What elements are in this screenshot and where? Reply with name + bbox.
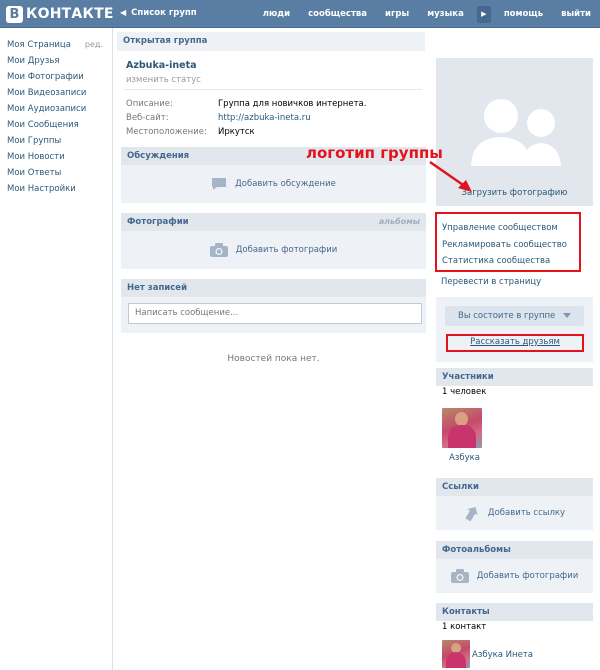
group-name: Azbuka-ineta (126, 60, 197, 71)
add-discussion-button[interactable]: Добавить обсуждение (121, 165, 426, 203)
nav-games[interactable]: игры (376, 9, 418, 19)
top-bar: В КОНТАКТЕ ◀ Список групп люди сообщества… (0, 0, 600, 28)
wall-message-input[interactable]: Написать сообщение... (128, 303, 422, 324)
menu-my-audio[interactable]: Мои Аудиозаписи (7, 101, 107, 117)
add-photos-label: Добавить фотографии (235, 245, 338, 255)
contact-name[interactable]: Азбука Инета (472, 650, 533, 660)
menu-my-news[interactable]: Мои Новости (7, 149, 107, 165)
menu-my-videos[interactable]: Мои Видеозаписи (7, 85, 107, 101)
links-header[interactable]: Ссылки (436, 478, 593, 496)
add-album-photos-label: Добавить фотографии (476, 571, 579, 581)
info-divider (124, 89, 422, 90)
nav-communities[interactable]: сообщества (299, 9, 376, 19)
info-value: Группа для новичков интернета. (218, 99, 367, 109)
tell-friends-link[interactable]: Рассказать друзьям (446, 337, 584, 347)
section-title: Контакты (442, 607, 490, 617)
info-website: Веб-сайт: http://azbuka-ineta.ru (126, 113, 311, 123)
group-type-header: Открытая группа (117, 32, 425, 51)
back-arrow-icon: ◀ (120, 8, 127, 17)
menu-label: Моя Страница (7, 40, 71, 50)
top-nav: люди сообщества игры музыка ▶ помощь вый… (254, 0, 600, 28)
menu-my-photos[interactable]: Мои Фотографии (7, 69, 107, 85)
nav-music[interactable]: музыка (418, 9, 473, 19)
section-title: Ссылки (442, 482, 479, 492)
members-count[interactable]: 1 человек (442, 387, 486, 397)
membership-dropdown-button[interactable]: Вы состоите в группе (445, 306, 584, 326)
info-location: Местоположение: Иркутск (126, 127, 255, 137)
edit-link[interactable]: ред. (85, 37, 103, 53)
menu-my-settings[interactable]: Мои Настройки (7, 181, 107, 197)
photos-header[interactable]: Фотографии альбомы (121, 213, 426, 231)
vk-logo[interactable]: В КОНТАКТЕ (6, 4, 114, 24)
menu-my-friends[interactable]: Мои Друзья (7, 53, 107, 69)
albums-link[interactable]: альбомы (379, 213, 420, 231)
no-news-text: Новостей пока нет. (227, 354, 320, 364)
menu-my-answers[interactable]: Мои Ответы (7, 165, 107, 181)
section-title: Нет записей (127, 283, 188, 293)
add-discussion-label: Добавить обсуждение (235, 179, 336, 189)
info-label: Описание: (126, 99, 173, 109)
wall-post-area: Написать сообщение... (121, 297, 426, 333)
menu-my-page[interactable]: Моя Страница ред. (7, 37, 107, 53)
dropdown-arrow-icon (563, 313, 571, 318)
membership-label: Вы состоите в группе (457, 311, 556, 321)
avatar-head (455, 412, 468, 426)
avatar-body (446, 652, 466, 668)
members-header[interactable]: Участники (436, 368, 593, 386)
member-name[interactable]: Азбука (449, 453, 480, 463)
section-title: Фотографии (127, 217, 189, 227)
link-arrow-icon (465, 506, 478, 521)
section-title: Обсуждения (127, 151, 190, 161)
section-title: Участники (442, 372, 494, 382)
transfer-to-page-link[interactable]: Перевести в страницу (441, 277, 541, 287)
website-link[interactable]: http://azbuka-ineta.ru (218, 113, 311, 123)
annotation-arrow-icon (429, 160, 472, 192)
back-label: Список групп (131, 8, 197, 18)
change-status-link[interactable]: изменить статус (126, 75, 201, 85)
photo-albums-header[interactable]: Фотоальбомы (436, 541, 593, 559)
add-album-photos-button[interactable]: Добавить фотографии (436, 559, 593, 593)
nav-help[interactable]: помощь (495, 9, 552, 19)
camera-icon (209, 243, 228, 257)
back-to-groups-link[interactable]: ◀ Список групп (120, 8, 197, 18)
contacts-count: 1 контакт (442, 622, 487, 632)
member-avatar[interactable] (442, 408, 482, 448)
contacts-header[interactable]: Контакты (436, 603, 593, 621)
menu-my-messages[interactable]: Мои Сообщения (7, 117, 107, 133)
manage-community-link[interactable]: Управление сообществом (442, 223, 558, 233)
info-value: Иркутск (218, 127, 255, 137)
add-link-button[interactable]: Добавить ссылку (436, 496, 593, 530)
avatar-body (448, 425, 476, 448)
discussion-icon (212, 178, 227, 190)
add-link-label: Добавить ссылку (487, 508, 566, 518)
community-stats-link[interactable]: Статистика сообщества (442, 256, 550, 266)
nav-people[interactable]: люди (254, 9, 299, 19)
contact-avatar[interactable] (442, 640, 470, 668)
add-photos-button[interactable]: Добавить фотографии (121, 231, 426, 269)
wall-header: Нет записей (121, 279, 426, 297)
advertise-community-link[interactable]: Рекламировать сообщество (442, 240, 567, 250)
play-icon[interactable]: ▶ (476, 5, 491, 23)
vk-logo-text: КОНТАКТЕ (26, 6, 114, 22)
camera-icon (450, 569, 469, 583)
column-divider (112, 28, 113, 670)
menu-my-groups[interactable]: Мои Группы (7, 133, 107, 149)
info-label: Местоположение: (126, 127, 207, 137)
section-title: Фотоальбомы (442, 545, 511, 555)
vk-logo-icon: В (6, 5, 23, 23)
info-description: Описание: Группа для новичков интернета. (126, 99, 366, 109)
info-label: Веб-сайт: (126, 113, 169, 123)
nav-logout[interactable]: выйти (552, 9, 600, 19)
left-menu: Моя Страница ред. Мои Друзья Мои Фотограф… (7, 37, 107, 197)
